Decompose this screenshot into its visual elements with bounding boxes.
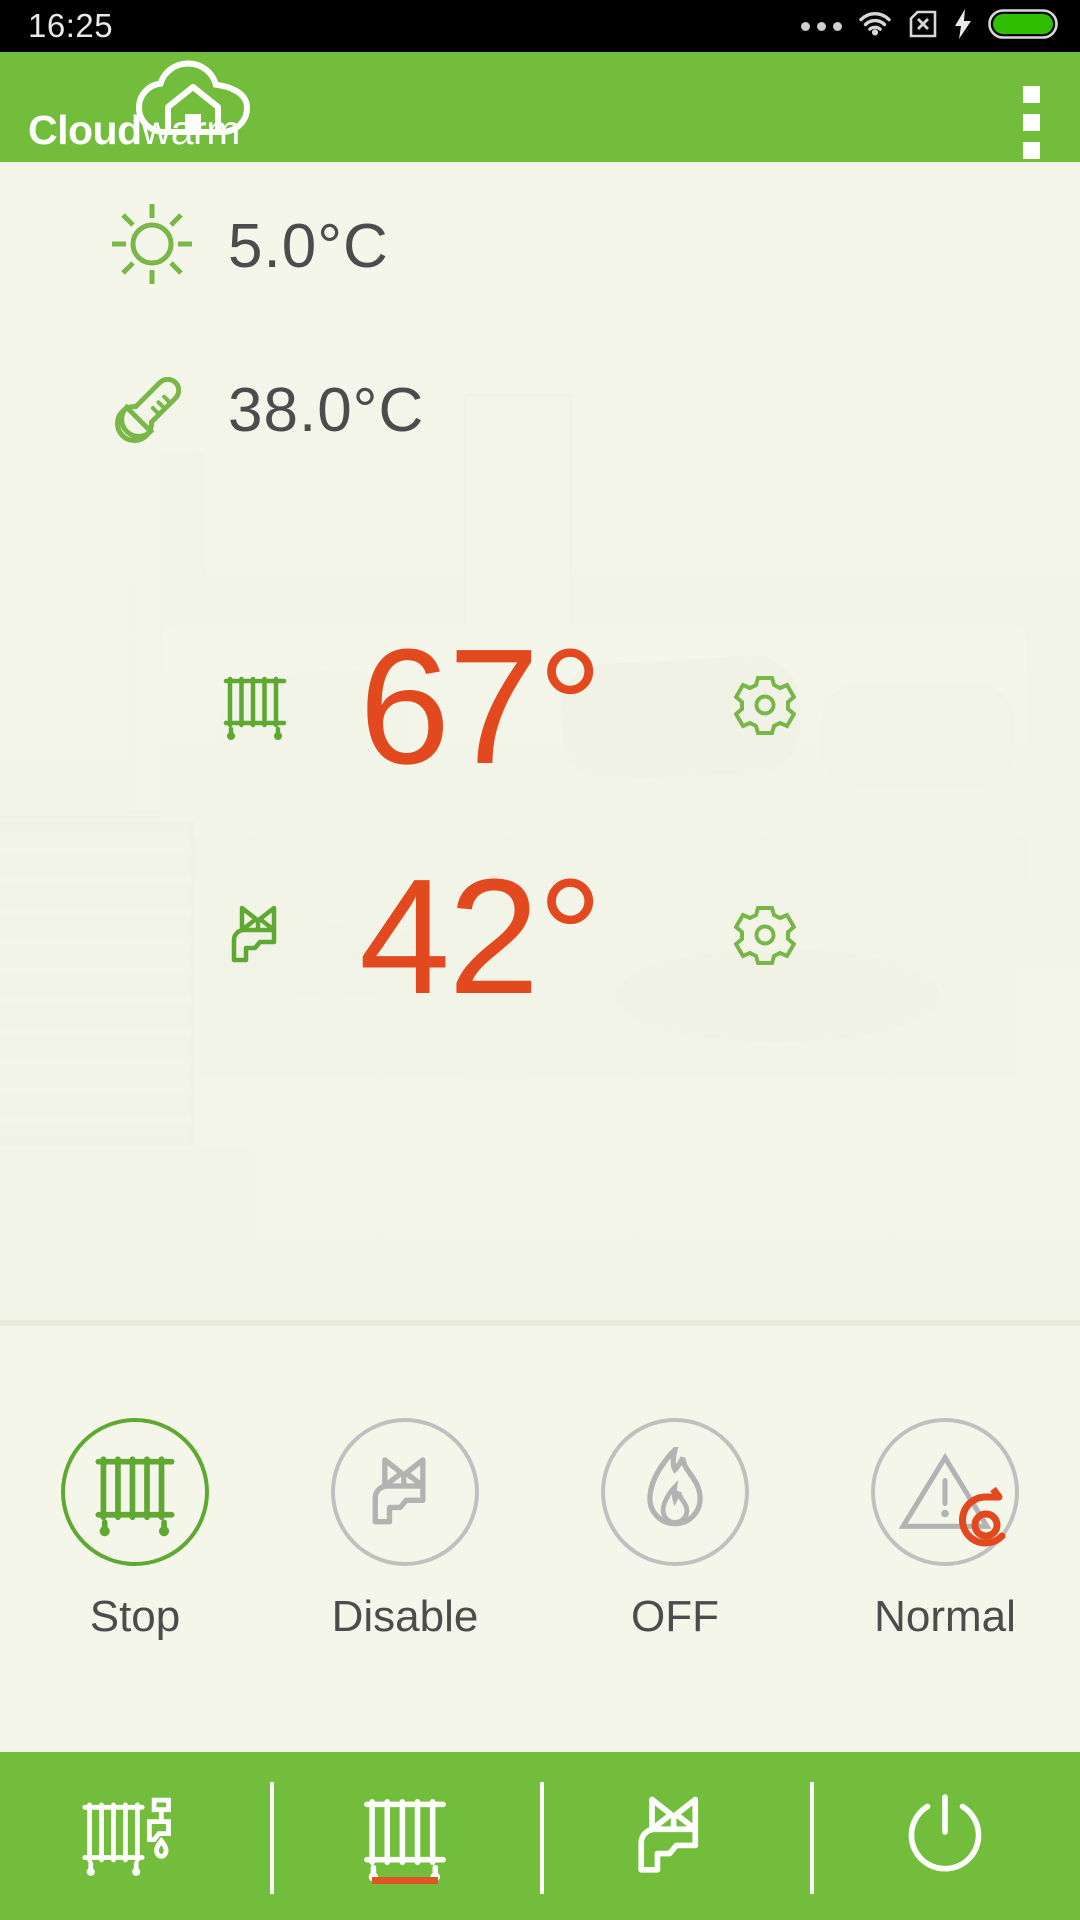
action-button-normal[interactable]: Normal [810,1418,1080,1642]
faucet-valve-icon [222,904,296,971]
heating-gear-icon[interactable] [733,674,797,741]
heating-setpoint-value: 67° [358,615,603,798]
action-label: Stop [89,1592,181,1641]
radiator-faucet-icon [82,1797,171,1876]
sim-card-disabled-icon [908,9,938,44]
nav-item-radiator[interactable] [270,1752,540,1920]
brand-name-bold: Cloud [28,107,142,153]
brand-name-light: warm [141,107,241,153]
action-button-stop[interactable]: Stop [0,1418,270,1642]
radiator-icon [95,1456,175,1537]
brand-logo: Cloudwarm [28,56,278,162]
main-panel: 5.0°C 38.0°C 67° 42° [0,162,1080,1320]
status-bar: 16:25 [0,0,1080,52]
action-label: Normal [874,1592,1016,1641]
charging-bolt-icon [954,8,972,44]
status-icons [801,8,1058,44]
dhw-gear-icon[interactable] [733,904,797,971]
nav-active-indicator [372,1877,438,1884]
action-circle [61,1418,209,1566]
nav-item-power[interactable] [810,1752,1080,1920]
battery-full-icon [988,8,1058,44]
bottom-navigation-bar [0,1752,1080,1920]
sun-icon [108,200,196,293]
outdoor-temperature-reading: 5.0°C [108,200,389,293]
water-temperature-reading: 38.0°C [104,362,424,459]
app-header: Cloudwarm [0,52,1080,162]
more-dots-icon [801,21,842,31]
action-label: OFF [631,1592,719,1641]
dhw-setpoint-value: 42° [358,845,603,1028]
nav-item-faucet[interactable] [540,1752,810,1920]
faucet-valve-icon [372,1457,426,1525]
action-circle [601,1418,749,1566]
action-circle [871,1418,1019,1566]
action-circle [331,1418,479,1566]
action-label: Disable [331,1592,479,1641]
power-icon [908,1794,982,1872]
refresh-icon[interactable] [951,1485,1021,1560]
heating-setpoint-row: 67° [0,622,1080,792]
action-button-off[interactable]: OFF [540,1418,810,1642]
flame-icon [647,1447,703,1527]
action-button-disable[interactable]: Disable [270,1418,540,1642]
radiator-icon [222,667,288,748]
action-buttons-row: Stop Disable OFF Normal [0,1326,1080,1701]
brand-wordmark: Cloudwarm [28,107,240,154]
status-clock: 16:25 [28,7,114,44]
faucet-valve-icon [638,1796,699,1873]
thermometer-icon [104,362,196,459]
dhw-setpoint-row: 42° [0,852,1080,1022]
wifi-icon [858,11,892,42]
radiator-icon [364,1799,446,1882]
outdoor-temperature-value: 5.0°C [228,212,389,281]
app-screen: 16:25 Cloudwarm 5.0°C 38.0°C 67° 42° Sto… [0,0,1080,1920]
nav-item-radiator-faucet[interactable] [0,1752,270,1920]
overflow-menu-icon[interactable] [1019,82,1044,163]
water-temperature-value: 38.0°C [228,376,425,445]
